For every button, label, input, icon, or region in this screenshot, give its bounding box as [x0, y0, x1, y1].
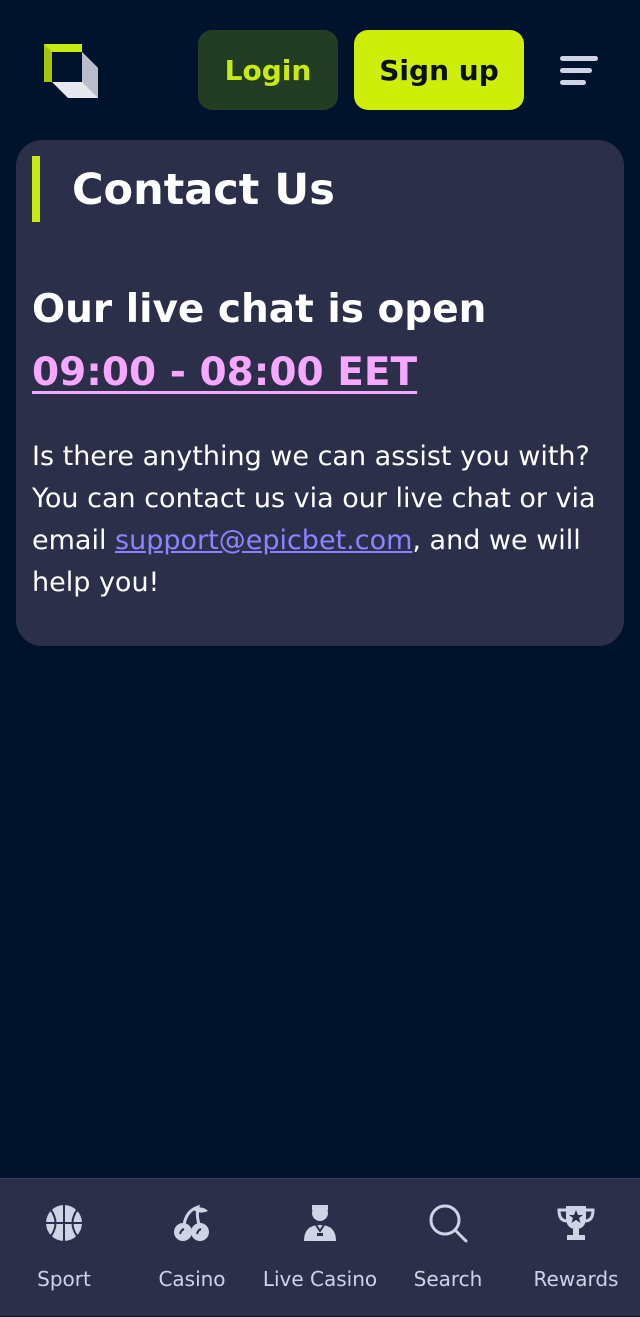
search-icon	[428, 1203, 468, 1243]
nav-label-sport: Sport	[37, 1267, 91, 1291]
nav-label-casino: Casino	[158, 1267, 226, 1291]
dealer-icon	[300, 1203, 340, 1243]
nav-item-search[interactable]: Search	[384, 1179, 512, 1317]
support-email-link[interactable]: support@epicbet.com	[115, 525, 412, 556]
epicbet-logo-icon[interactable]	[44, 44, 100, 100]
signup-button[interactable]: Sign up	[354, 30, 524, 110]
live-chat-prefix: Our live chat is open	[32, 287, 487, 332]
live-chat-hours-heading: Our live chat is open 09:00 - 08:00 EET	[32, 278, 612, 404]
title-accent-bar	[32, 156, 40, 222]
top-header: Login Sign up	[0, 0, 640, 140]
login-button[interactable]: Login	[198, 30, 338, 110]
nav-item-casino[interactable]: Casino	[128, 1179, 256, 1317]
contact-card: Contact Us Our live chat is open 09:00 -…	[16, 140, 624, 646]
basketball-icon	[44, 1203, 84, 1243]
nav-item-rewards[interactable]: Rewards	[512, 1179, 640, 1317]
cherries-icon	[172, 1203, 212, 1243]
nav-label-live-casino: Live Casino	[262, 1267, 378, 1291]
nav-item-sport[interactable]: Sport	[0, 1179, 128, 1317]
bottom-navigation: Sport Casino Live Casino Search Rewards	[0, 1178, 640, 1316]
contact-description: Is there anything we can assist you with…	[32, 436, 612, 604]
page-title: Contact Us	[72, 165, 335, 215]
nav-label-search: Search	[413, 1267, 483, 1291]
nav-label-rewards: Rewards	[533, 1267, 619, 1291]
nav-item-live-casino[interactable]: Live Casino	[256, 1179, 384, 1317]
live-chat-hours-link[interactable]: 09:00 - 08:00 EET	[32, 350, 417, 395]
menu-icon[interactable]	[560, 54, 600, 88]
trophy-icon	[556, 1203, 596, 1243]
